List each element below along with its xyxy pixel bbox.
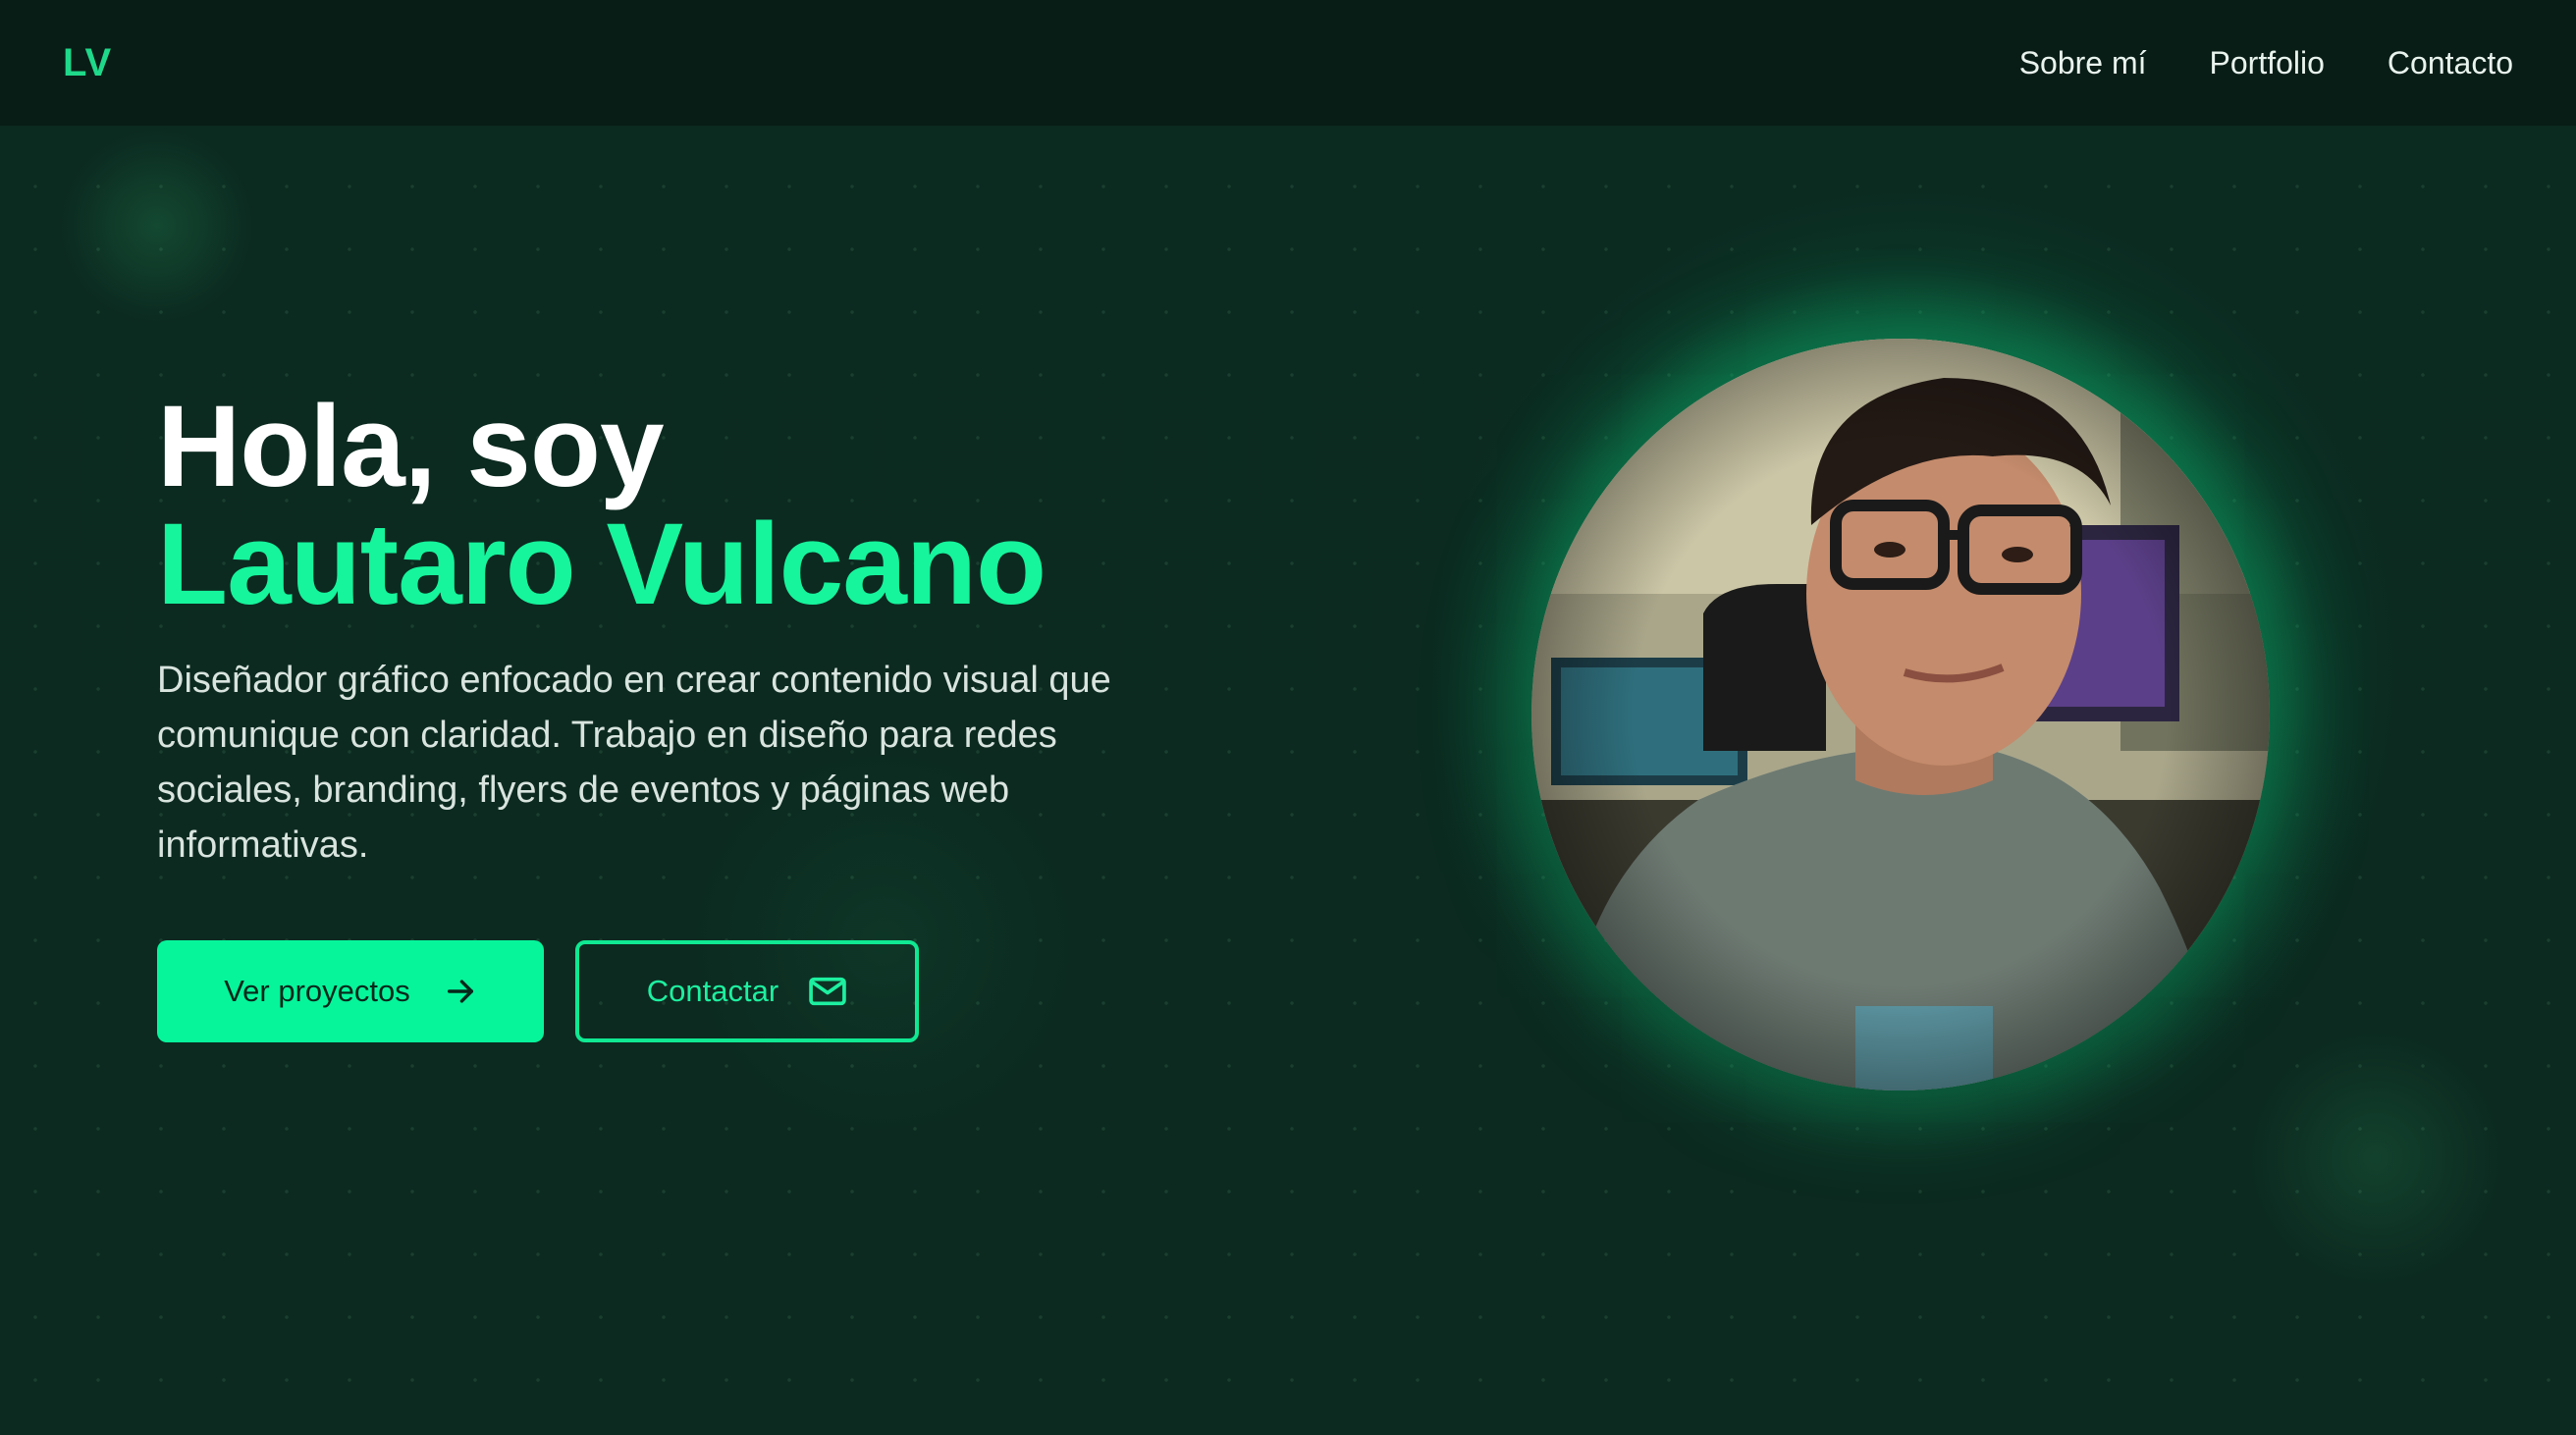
hero-text: Hola, soy Lautaro Vulcano Diseñador gráf… xyxy=(157,388,1335,910)
nav-link-contact[interactable]: Contacto xyxy=(2388,45,2513,81)
page: LV Sobre mí Portfolio Contacto Hola, soy… xyxy=(0,0,2576,1435)
view-projects-button[interactable]: Ver proyectos xyxy=(157,940,544,1042)
logo[interactable]: LV xyxy=(63,41,112,85)
hero-greeting: Hola, soy xyxy=(157,382,665,511)
contact-button-label: Contactar xyxy=(646,974,779,1008)
profile-photo xyxy=(1531,339,2270,1090)
top-navigation: LV Sobre mí Portfolio Contacto xyxy=(0,0,2576,126)
hero-buttons: Ver proyectos Contactar xyxy=(157,940,919,1042)
nav-link-portfolio[interactable]: Portfolio xyxy=(2210,45,2325,81)
profile-photo-illustration xyxy=(1531,339,2270,1090)
nav-link-about[interactable]: Sobre mí xyxy=(2019,45,2147,81)
nav-links: Sobre mí Portfolio Contacto xyxy=(2019,45,2513,81)
arrow-right-icon xyxy=(444,975,477,1008)
contact-button[interactable]: Contactar xyxy=(575,940,919,1042)
mail-icon xyxy=(808,975,847,1008)
hero-name: Lautaro Vulcano xyxy=(157,500,1046,629)
view-projects-label: Ver proyectos xyxy=(224,974,410,1008)
hero-description: Diseñador gráfico enfocado en crear cont… xyxy=(157,660,1111,866)
